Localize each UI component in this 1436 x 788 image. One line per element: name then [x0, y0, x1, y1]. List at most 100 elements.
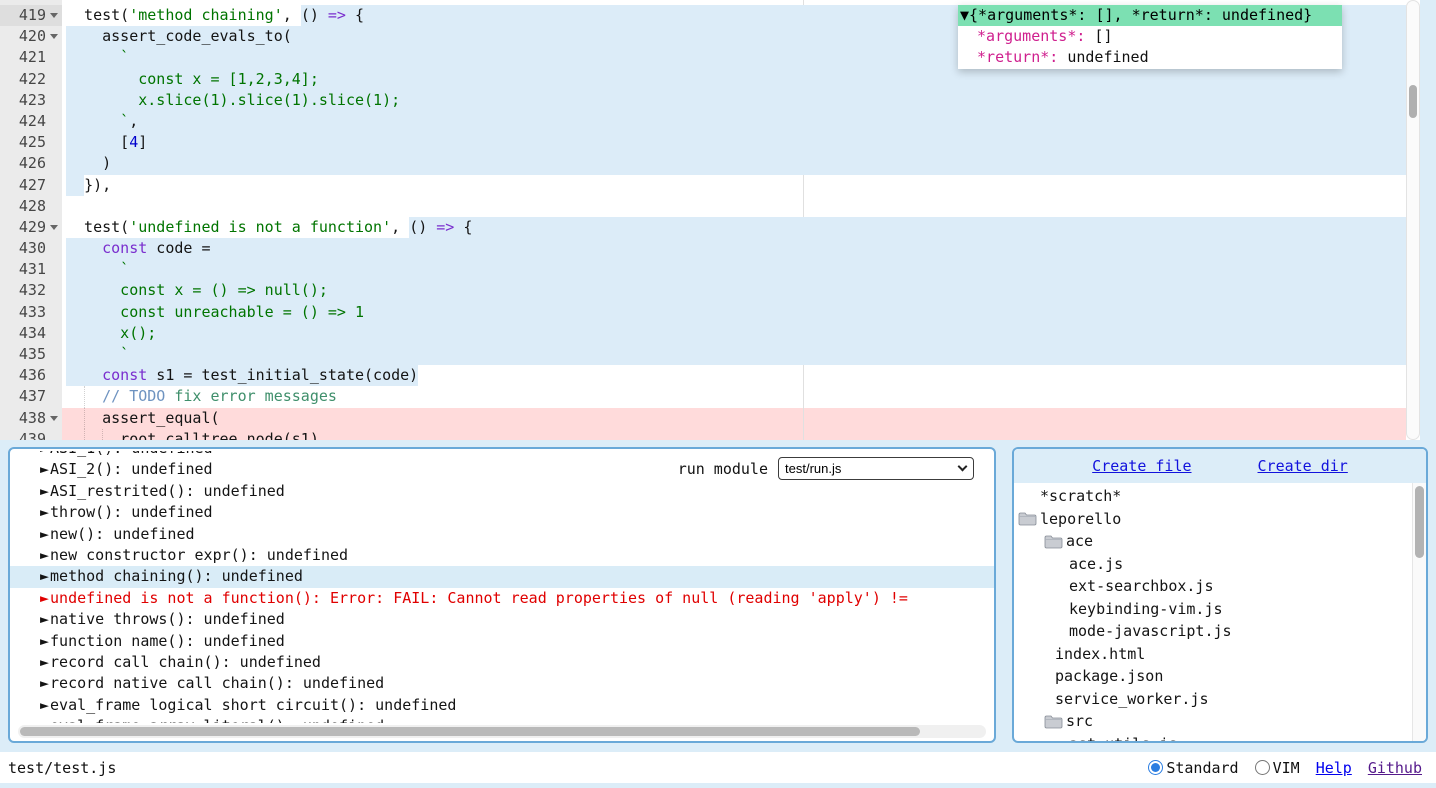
test-result-row[interactable]: ►eval_frame logical short circuit(): und…: [10, 695, 994, 716]
line-number[interactable]: 434: [0, 323, 62, 344]
line-number[interactable]: 427: [0, 175, 62, 196]
code-editor[interactable]: test('method chaining', () => { assert_c…: [0, 0, 1420, 440]
line-number[interactable]: 422: [0, 69, 62, 90]
line-number[interactable]: 435: [0, 344, 62, 365]
code-line[interactable]: // TODO fix error messages: [62, 386, 1406, 407]
line-number[interactable]: 431: [0, 259, 62, 280]
tree-item-index-html[interactable]: index.html: [1014, 643, 1412, 666]
expand-triangle-icon[interactable]: ►: [40, 652, 49, 673]
expand-triangle-icon[interactable]: ►: [40, 459, 49, 480]
code-line[interactable]: const x = [1,2,3,4];: [62, 69, 1406, 90]
vim-radio-input[interactable]: [1255, 760, 1270, 775]
code-line[interactable]: ): [62, 153, 1406, 174]
standard-radio-input[interactable]: [1148, 760, 1163, 775]
test-result-row[interactable]: ►ASI_restrited(): undefined: [10, 481, 994, 502]
editor-vertical-scrollbar[interactable]: [1406, 0, 1420, 440]
code-line[interactable]: root_calltree_node(s1),: [62, 429, 1406, 440]
line-number[interactable]: 438: [0, 408, 62, 429]
tree-item-package-json[interactable]: package.json: [1014, 665, 1412, 688]
expand-triangle-icon[interactable]: ►: [40, 695, 49, 716]
test-result-row[interactable]: ►function name(): undefined: [10, 631, 994, 652]
code-line[interactable]: `,: [62, 111, 1406, 132]
tree-item-leporello[interactable]: leporello: [1014, 508, 1412, 531]
line-number[interactable]: 426: [0, 153, 62, 174]
tree-item-ext-searchbox-js[interactable]: ext-searchbox.js: [1014, 575, 1412, 598]
expand-triangle-icon[interactable]: ►: [40, 451, 49, 459]
scrollbar-thumb[interactable]: [20, 727, 920, 736]
expand-triangle-icon[interactable]: ►: [40, 524, 49, 545]
line-number[interactable]: 423: [0, 90, 62, 111]
tree-item-ast-utils-js[interactable]: ast_utils.js: [1014, 733, 1412, 742]
fold-arrow-icon[interactable]: [50, 225, 58, 230]
fold-arrow-icon[interactable]: [50, 416, 58, 421]
code-line[interactable]: x.slice(1).slice(1).slice(1);: [62, 90, 1406, 111]
create-dir-link[interactable]: Create dir: [1258, 457, 1348, 475]
tree-item-mode-javascript-js[interactable]: mode-javascript.js: [1014, 620, 1412, 643]
line-number[interactable]: 439: [0, 429, 62, 440]
code-line[interactable]: [4]: [62, 132, 1406, 153]
tree-item-service-worker-js[interactable]: service_worker.js: [1014, 688, 1412, 711]
tree-item--scratch-[interactable]: *scratch*: [1014, 485, 1412, 508]
expand-triangle-icon[interactable]: ►: [40, 545, 49, 566]
expand-triangle-icon[interactable]: ►: [40, 566, 49, 587]
test-result-row[interactable]: ►new constructor expr(): undefined: [10, 545, 994, 566]
help-link[interactable]: Help: [1316, 759, 1352, 777]
code-line[interactable]: [62, 196, 1406, 217]
tree-item-ace-js[interactable]: ace.js: [1014, 553, 1412, 576]
run-module-select[interactable]: test/run.js: [778, 457, 974, 480]
line-number[interactable]: 432: [0, 280, 62, 301]
line-number[interactable]: 429: [0, 217, 62, 238]
code-line[interactable]: const unreachable = () => 1: [62, 302, 1406, 323]
file-tree-scrollbar[interactable]: [1412, 483, 1426, 741]
code-line[interactable]: const x = () => null();: [62, 280, 1406, 301]
mode-radio-vim[interactable]: VIM: [1255, 759, 1300, 777]
expand-triangle-icon[interactable]: ►: [40, 673, 49, 694]
fold-arrow-icon[interactable]: [50, 13, 58, 18]
fold-arrow-icon[interactable]: [50, 34, 58, 39]
test-result-row[interactable]: ►record native call chain(): undefined: [10, 673, 994, 694]
line-number[interactable]: 433: [0, 302, 62, 323]
expand-triangle-icon[interactable]: ►: [40, 716, 49, 723]
test-result-row[interactable]: ►throw(): undefined: [10, 502, 994, 523]
test-result-row[interactable]: ►record call chain(): undefined: [10, 652, 994, 673]
line-number[interactable]: 420: [0, 26, 62, 47]
tooltip-row[interactable]: *return*: undefined: [958, 47, 1342, 68]
line-number[interactable]: 436: [0, 365, 62, 386]
scrollbar-thumb[interactable]: [1415, 486, 1424, 558]
test-result-row[interactable]: ►native throws(): undefined: [10, 609, 994, 630]
line-number[interactable]: 428: [0, 196, 62, 217]
collapse-triangle-icon[interactable]: ▼: [960, 6, 969, 24]
code-line[interactable]: const code =: [62, 238, 1406, 259]
expand-triangle-icon[interactable]: ►: [40, 631, 49, 652]
expand-triangle-icon[interactable]: ►: [40, 609, 49, 630]
test-result-row[interactable]: ►eval_frame array_literal(): undefined: [10, 716, 994, 723]
line-number[interactable]: 430: [0, 238, 62, 259]
line-number[interactable]: 419: [0, 5, 62, 26]
scrollbar-thumb[interactable]: [1409, 85, 1417, 118]
tooltip-row[interactable]: *arguments*: []: [958, 26, 1342, 47]
line-number[interactable]: 421: [0, 47, 62, 68]
code-line[interactable]: const s1 = test_initial_state(code): [62, 365, 1406, 386]
expand-triangle-icon[interactable]: ►: [40, 481, 49, 502]
expand-triangle-icon[interactable]: ►: [40, 502, 49, 523]
code-line[interactable]: `: [62, 259, 1406, 280]
line-number[interactable]: 424: [0, 111, 62, 132]
github-link[interactable]: Github: [1368, 759, 1422, 777]
line-number[interactable]: 437: [0, 386, 62, 407]
test-result-row[interactable]: ►undefined is not a function(): Error: F…: [10, 588, 994, 609]
test-result-row[interactable]: ►new(): undefined: [10, 524, 994, 545]
tree-item-ace[interactable]: ace: [1014, 530, 1412, 553]
test-result-row[interactable]: ►method chaining(): undefined: [10, 566, 994, 587]
line-number[interactable]: 425: [0, 132, 62, 153]
expand-triangle-icon[interactable]: ►: [40, 588, 49, 609]
code-line[interactable]: assert_equal(: [62, 408, 1406, 429]
code-line[interactable]: test('undefined is not a function', () =…: [62, 217, 1406, 238]
tooltip-header[interactable]: ▼{*arguments*: [], *return*: undefined}: [958, 5, 1342, 26]
code-line[interactable]: `: [62, 344, 1406, 365]
code-line[interactable]: }),: [62, 175, 1406, 196]
mode-radio-standard[interactable]: Standard: [1148, 759, 1238, 777]
tree-item-src[interactable]: src: [1014, 710, 1412, 733]
code-line[interactable]: x();: [62, 323, 1406, 344]
output-horizontal-scrollbar[interactable]: [18, 725, 986, 738]
create-file-link[interactable]: Create file: [1092, 457, 1191, 475]
